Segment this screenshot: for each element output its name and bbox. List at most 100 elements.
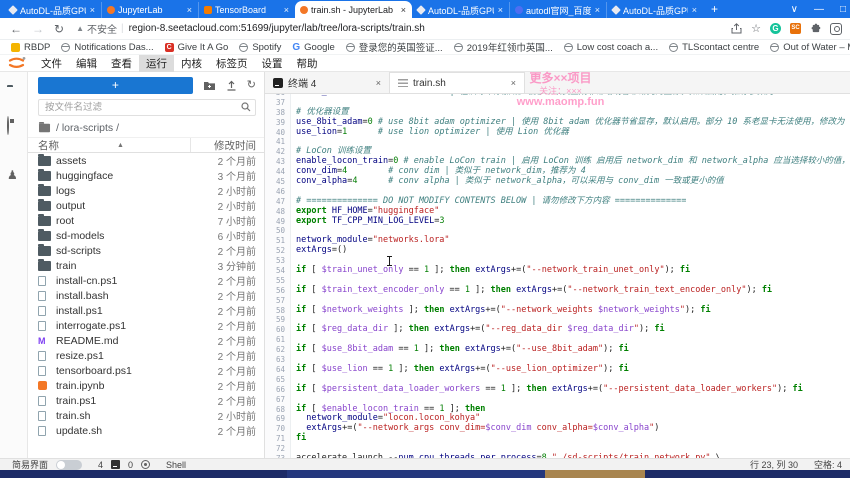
- tab-close-icon[interactable]: ×: [283, 5, 290, 15]
- code-line[interactable]: 54if [ $train_unet_only == 1 ]; then ext…: [265, 266, 850, 276]
- minimize-icon[interactable]: —: [814, 4, 824, 15]
- tab-close-icon[interactable]: ×: [89, 5, 96, 15]
- file-row[interactable]: train.ps12 个月前: [28, 393, 264, 408]
- shell-mode-label[interactable]: Shell: [166, 460, 186, 470]
- sc-extension-icon[interactable]: SC: [790, 23, 801, 34]
- browser-tab[interactable]: AutoDL-品质GPU租×: [412, 2, 509, 18]
- code-line[interactable]: 62if [ $use_8bit_adam == 1 ]; then extAr…: [265, 345, 850, 355]
- browser-tab[interactable]: autodl官网_百度搜索×: [509, 2, 606, 18]
- browser-tab[interactable]: TensorBoard×: [198, 2, 295, 18]
- file-row[interactable]: assets2 个月前: [28, 153, 264, 168]
- code-line[interactable]: 60if [ $reg_data_dir ]; then extArgs+=("…: [265, 325, 850, 335]
- bookmark-item[interactable]: TLScontact centre: [669, 42, 759, 53]
- code-line[interactable]: 36noise_offset=0 # noise offset | 在训练中添加…: [265, 94, 850, 98]
- home-folder-icon[interactable]: [39, 124, 50, 133]
- reload-icon[interactable]: ↻: [54, 22, 64, 36]
- bookmark-item[interactable]: CGive It A Go: [165, 42, 229, 53]
- grammarly-extension-icon[interactable]: G: [770, 23, 781, 34]
- menu-文件[interactable]: 文件: [34, 55, 69, 72]
- code-line[interactable]: 66if [ $persistent_data_loader_workers =…: [265, 385, 850, 395]
- code-line[interactable]: 52extArgs=(): [265, 246, 850, 256]
- code-editor[interactable]: 36noise_offset=0 # noise offset | 在训练中添加…: [265, 94, 850, 458]
- new-tab-button[interactable]: +: [711, 2, 718, 16]
- file-filter-input[interactable]: [38, 99, 256, 116]
- code-line[interactable]: 51network_module="networks.lora": [265, 236, 850, 246]
- name-column-header[interactable]: 名称 ▲: [38, 138, 190, 153]
- code-line[interactable]: 58if [ $network_weights ]; then extArgs+…: [265, 306, 850, 316]
- bookmark-item[interactable]: Low cost coach a...: [564, 42, 658, 53]
- bookmark-item[interactable]: RBDP: [11, 42, 50, 53]
- file-row[interactable]: train3 分钟前: [28, 258, 264, 273]
- file-row[interactable]: install.ps12 个月前: [28, 303, 264, 318]
- file-row[interactable]: train.ipynb2 个月前: [28, 378, 264, 393]
- bookmark-item[interactable]: Out of Water – M...: [770, 42, 850, 53]
- address-bar[interactable]: ▲ 不安全 | region-8.seetacloud.com:51699/ju…: [76, 21, 731, 36]
- menu-设置[interactable]: 设置: [255, 55, 290, 72]
- code-line[interactable]: 45conv_alpha=4 # conv alpha | 类似于 networ…: [265, 177, 850, 187]
- code-line[interactable]: 56if [ $train_text_encoder_only == 1 ]; …: [265, 286, 850, 296]
- new-launcher-button[interactable]: +: [38, 77, 193, 94]
- kernel-count[interactable]: 0: [128, 460, 133, 470]
- file-row[interactable]: sd-models6 小时前: [28, 228, 264, 243]
- extensions-puzzle-icon[interactable]: [810, 23, 821, 34]
- menu-查看[interactable]: 查看: [104, 55, 139, 72]
- running-terminals-icon[interactable]: [7, 117, 9, 135]
- bookmark-item[interactable]: GGoogle: [292, 42, 334, 53]
- file-row[interactable]: resize.ps12 个月前: [28, 348, 264, 363]
- back-icon[interactable]: ←: [10, 22, 22, 36]
- simple-mode-toggle[interactable]: [56, 460, 82, 470]
- menu-运行[interactable]: 运行: [139, 55, 174, 72]
- profile-avatar[interactable]: [830, 23, 842, 35]
- code-line[interactable]: 49export TF_CPP_MIN_LOG_LEVEL=3: [265, 217, 850, 227]
- menu-内核[interactable]: 内核: [174, 55, 209, 72]
- tab-close-icon[interactable]: ×: [594, 5, 601, 15]
- browser-tab[interactable]: AutoDL-品质GPU租×: [606, 2, 703, 18]
- code-line[interactable]: 70 extArgs+=("--network_args conv_dim=$c…: [265, 424, 850, 434]
- share-icon[interactable]: [731, 23, 742, 34]
- close-icon[interactable]: ×: [511, 78, 516, 88]
- bookmark-item[interactable]: Spotify: [239, 42, 281, 53]
- terminal-count[interactable]: 4: [98, 460, 103, 470]
- file-row[interactable]: install-cn.ps12 个月前: [28, 273, 264, 288]
- modified-column-header[interactable]: 修改时间: [190, 138, 264, 152]
- new-folder-icon[interactable]: [203, 80, 216, 91]
- file-row[interactable]: logs2 小时前: [28, 183, 264, 198]
- code-line[interactable]: 37: [265, 98, 850, 108]
- menu-编辑[interactable]: 编辑: [69, 55, 104, 72]
- tab-close-icon[interactable]: ×: [691, 5, 698, 15]
- forward-icon[interactable]: →: [32, 22, 44, 36]
- refresh-icon[interactable]: ↻: [247, 80, 256, 91]
- tab-close-icon[interactable]: ×: [497, 5, 504, 15]
- tab-terminal-4[interactable]: 终端 4 ×: [265, 72, 390, 93]
- extension-manager-icon[interactable]: ♟: [7, 169, 18, 181]
- code-line[interactable]: 64if [ $use_lion == 1 ]; then extArgs+=(…: [265, 365, 850, 375]
- breadcrumb[interactable]: / lora-scripts /: [28, 120, 264, 137]
- file-row[interactable]: train.sh2 小时前: [28, 408, 264, 423]
- file-row[interactable]: huggingface3 个月前: [28, 168, 264, 183]
- browser-tab[interactable]: JupyterLab×: [101, 2, 198, 18]
- code-line[interactable]: 71fi: [265, 434, 850, 444]
- upload-icon[interactable]: [226, 80, 237, 91]
- tab-search-icon[interactable]: ∨: [791, 4, 798, 15]
- close-icon[interactable]: ×: [376, 78, 381, 88]
- file-row[interactable]: MREADME.md2 个月前: [28, 333, 264, 348]
- code-line[interactable]: 40use_lion=1 # use lion optimizer | 使用 L…: [265, 128, 850, 138]
- bookmark-item[interactable]: 登录您的英国签证...: [346, 40, 443, 54]
- file-row[interactable]: root7 小时前: [28, 213, 264, 228]
- bookmark-item[interactable]: Notifications Das...: [61, 42, 153, 53]
- menu-标签页[interactable]: 标签页: [209, 55, 255, 72]
- browser-tab[interactable]: AutoDL-品质GPU租×: [4, 2, 101, 18]
- browser-tab[interactable]: train.sh - JupyterLab×: [295, 1, 412, 18]
- file-row[interactable]: update.sh2 个月前: [28, 423, 264, 438]
- bookmark-item[interactable]: 2019年红领巾英国...: [454, 40, 553, 54]
- file-row[interactable]: output2 小时前: [28, 198, 264, 213]
- tab-close-icon[interactable]: ×: [186, 5, 193, 15]
- file-row[interactable]: tensorboard.ps12 个月前: [28, 363, 264, 378]
- tab-train-sh[interactable]: train.sh ×: [390, 72, 525, 93]
- menu-帮助[interactable]: 帮助: [290, 55, 325, 72]
- file-row[interactable]: interrogate.ps12 个月前: [28, 318, 264, 333]
- bookmark-star-icon[interactable]: ☆: [751, 22, 761, 35]
- maximize-icon[interactable]: □: [840, 4, 846, 15]
- tab-close-icon[interactable]: ×: [400, 5, 407, 15]
- file-row[interactable]: sd-scripts2 个月前: [28, 243, 264, 258]
